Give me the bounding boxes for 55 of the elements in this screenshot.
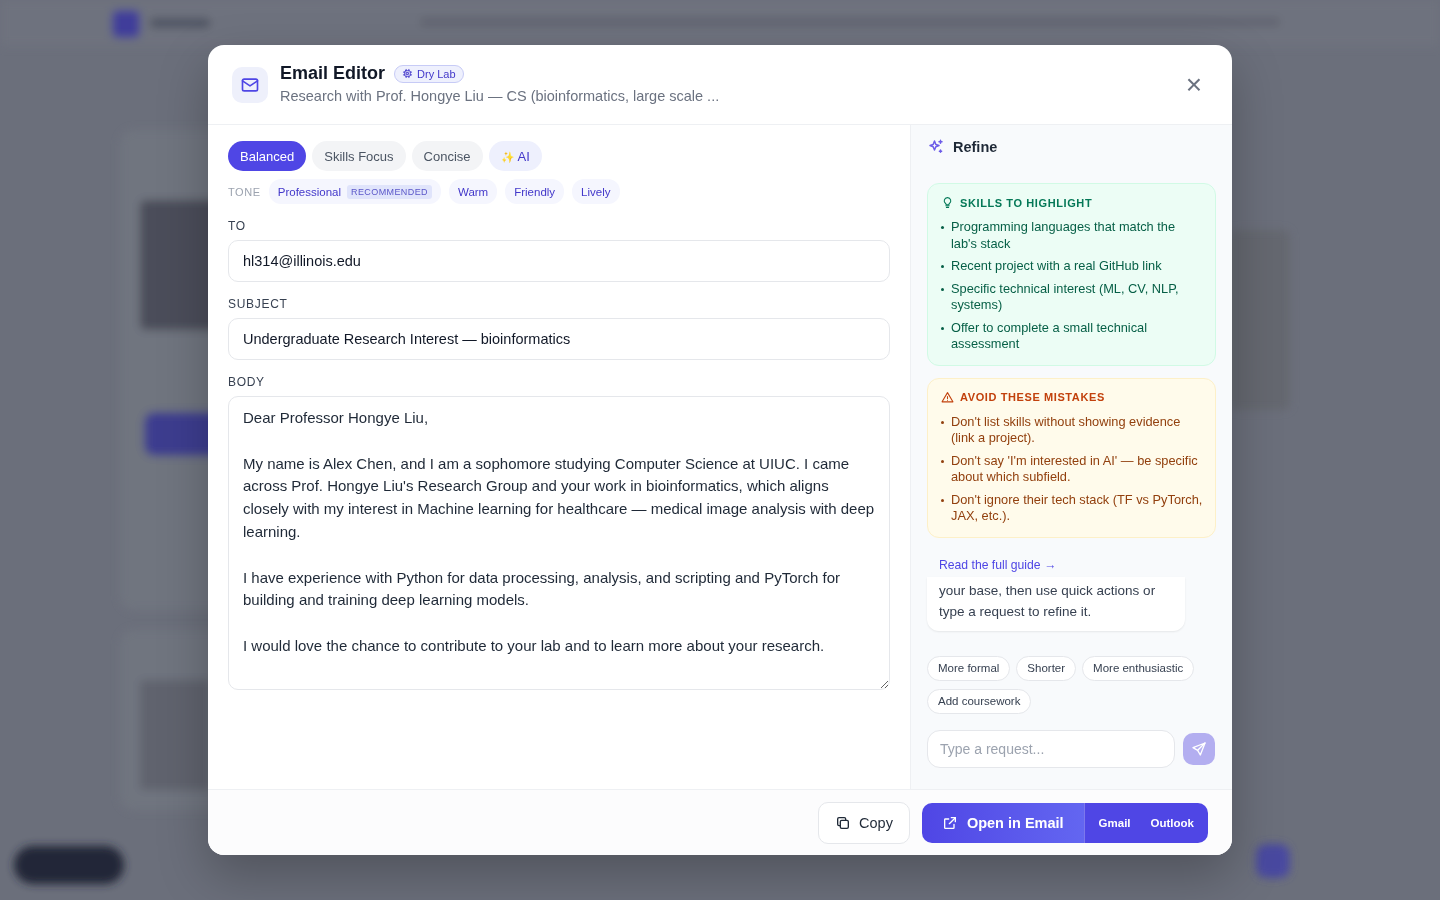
body-field[interactable]: Dear Professor Hongye Liu, My name is Alex Chen, and I am a sophomore studying Computer Science at UIUC. I came across Prof. Hongye Liu's Research Group and your work in bioinformatics, which aligns closely with my interest in Machine learning for healthcare — medical image analysis with deep learning. I have experience with Python for data processing, analysis, and scripting and PyTorch for building and training deep learning models. I would love the chance to contribute to your lab and to learn more about your research. <box>228 396 890 690</box>
dialog-title: Email Editor <box>280 63 386 84</box>
tone-label: TONE <box>228 185 261 198</box>
tip-text: Programming languages that match the lab's stack <box>951 219 1177 252</box>
copy-button[interactable]: Copy <box>818 801 910 844</box>
bullet-icon <box>941 226 944 229</box>
panel-title: Refine <box>953 139 998 155</box>
external-link-icon <box>941 814 958 831</box>
category-badge: Dry Lab <box>394 64 464 83</box>
style-tab[interactable]: ✨ AI <box>488 141 542 171</box>
tone-option[interactable]: Friendly <box>505 179 565 204</box>
lightbulb-icon <box>941 196 954 209</box>
close-button[interactable]: × <box>1179 70 1208 99</box>
request-field[interactable]: Type a request... <box>927 729 1175 768</box>
input-field[interactable]: hl314@illinois.edu <box>228 240 890 282</box>
guide-link[interactable]: Read the full guide → <box>939 557 1057 572</box>
tone-option[interactable]: Lively <box>572 179 620 204</box>
open-in-email-button[interactable]: Open in Email <box>921 802 1084 843</box>
copy-icon <box>835 814 852 831</box>
tip-text: Specific technical interest (ML, CV, NLP, systems) <box>951 280 1180 314</box>
recommended-tag: RECOMMENDED <box>347 184 432 199</box>
bullet-icon <box>941 420 944 424</box>
tip-heading: SKILLS TO HIGHLIGHT <box>960 196 1093 209</box>
field-label: TO <box>228 219 247 233</box>
bullet-icon <box>941 498 944 502</box>
quick-action-button[interactable]: Add coursework <box>927 688 1032 714</box>
chip-icon <box>402 68 414 79</box>
bullet-icon <box>941 459 944 463</box>
field-label: BODY <box>228 375 266 389</box>
warning-icon <box>941 390 954 404</box>
tip-heading: AVOID THESE MISTAKES <box>960 391 1105 403</box>
send-icon <box>1191 740 1207 757</box>
tip-text: Recent project with a real GitHub link <box>951 258 1162 275</box>
style-tab[interactable]: Skills Focus <box>312 141 406 171</box>
tip-text: Don't list skills without showing evidence (link a project). <box>951 413 1182 447</box>
quick-action-button[interactable]: More enthusiastic <box>1082 655 1195 681</box>
chat-message: your base, then use quick actions or type a request to refine it. <box>927 576 1185 631</box>
field-label: SUBJECT <box>228 297 289 311</box>
quick-action-button[interactable]: More formal <box>927 655 1011 681</box>
tone-option[interactable]: Warm <box>448 179 498 204</box>
provider-button[interactable]: Gmail <box>1088 802 1141 843</box>
tip-text: Don't say 'I'm interested in AI' — be specific about which subfield. <box>951 452 1199 486</box>
bullet-icon <box>941 265 944 268</box>
dialog-subtitle: Research with Prof. Hongye Liu — CS (bioinformatics, large scale ... <box>280 88 721 104</box>
tone-option[interactable]: Professional RECOMMENDED <box>268 179 441 204</box>
provider-button[interactable]: Outlook <box>1140 802 1204 843</box>
bullet-icon <box>941 326 944 330</box>
style-tab[interactable]: Concise <box>411 141 483 171</box>
bullet-icon <box>941 287 944 291</box>
input-field[interactable]: Undergraduate Research Interest — bioinformatics <box>228 318 890 360</box>
tip-text: Don't ignore their tech stack (TF vs PyTorch, JAX, etc.). <box>951 491 1203 525</box>
sparkle-icon <box>927 138 945 156</box>
style-tab[interactable]: Balanced <box>228 141 307 171</box>
quick-action-button[interactable]: Shorter <box>1016 655 1077 681</box>
tip-text: Offer to complete a small technical assessment <box>951 319 1149 353</box>
